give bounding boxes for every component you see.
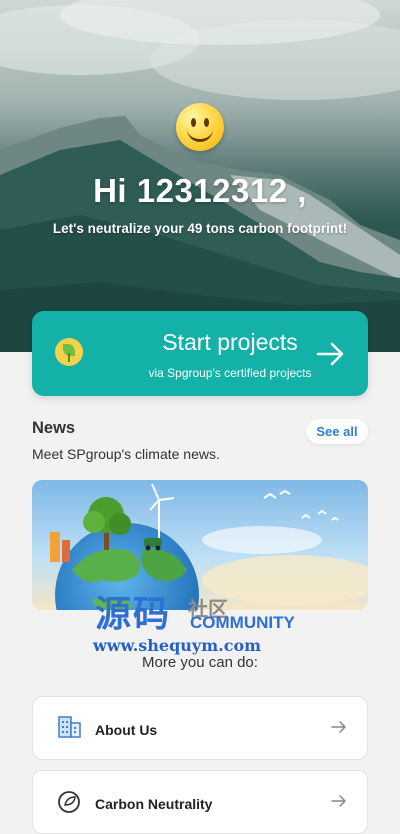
news-subtitle: Meet SPgroup's climate news. (32, 446, 220, 462)
watermark-community-text: COMMUNITY (190, 613, 295, 632)
start-projects-subtitle: via Spgroup's certified projects (148, 366, 312, 380)
arrow-right-icon (316, 342, 344, 366)
smiley-face-icon (176, 103, 224, 151)
news-image[interactable] (32, 480, 368, 610)
carbon-footprint-subtitle: Let's neutralize your 49 tons carbon foo… (52, 221, 348, 236)
building-icon (58, 716, 81, 738)
about-us-label: About Us (95, 722, 158, 738)
watermark-logo: 源码 (95, 593, 172, 635)
arrow-right-icon (331, 795, 346, 807)
more-heading: More you can do: (142, 654, 258, 671)
earth-illustration-icon (32, 480, 368, 610)
about-us-item[interactable]: About Us (32, 696, 368, 760)
carbon-neutrality-item[interactable]: Carbon Neutrality (32, 770, 368, 834)
watermark-url: www.shequym.com (93, 636, 262, 655)
greeting-title: Hi 12312312 , (93, 172, 307, 209)
leaf-circle-icon (58, 791, 80, 813)
news-heading: News (32, 419, 76, 437)
start-projects-button[interactable]: Start projects via Spgroup's certified p… (32, 311, 368, 396)
see-all-button[interactable]: See all (306, 419, 368, 444)
carbon-neutrality-label: Carbon Neutrality (95, 796, 213, 812)
hero-banner: Hi 12312312 , Let's neutralize your 49 t… (0, 0, 400, 352)
arrow-right-icon (331, 721, 346, 733)
